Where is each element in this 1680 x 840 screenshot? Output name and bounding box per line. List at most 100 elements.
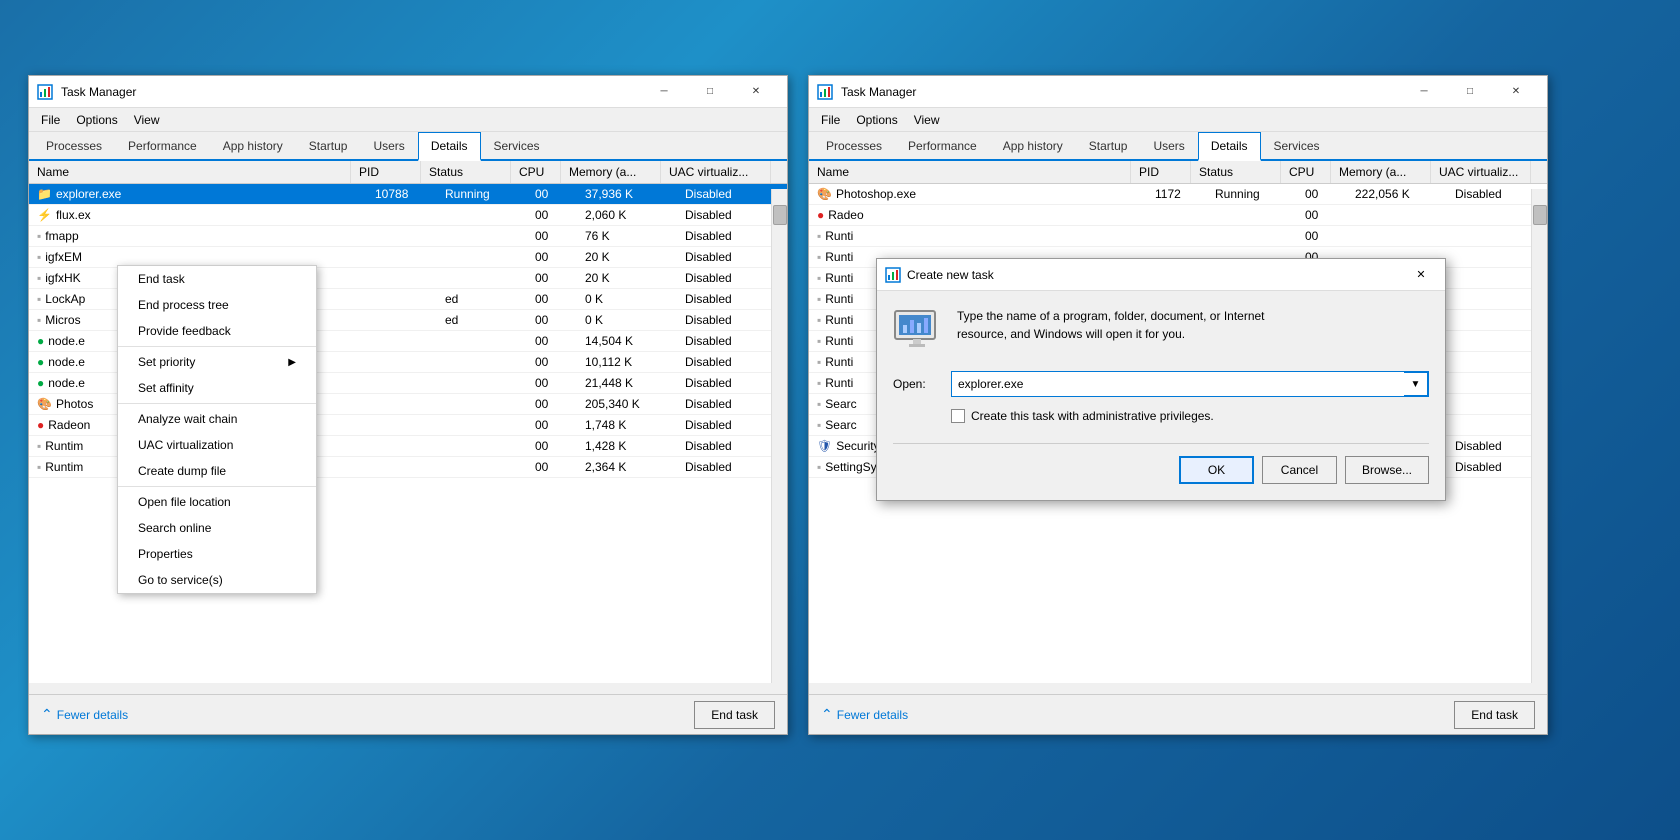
cell-pid — [367, 394, 437, 414]
tab-performance-2[interactable]: Performance — [895, 132, 990, 161]
cell-memory: 76 K — [577, 226, 677, 246]
cell-pid — [367, 247, 437, 267]
fewer-details-button-2[interactable]: ⌃ Fewer details — [821, 706, 908, 723]
context-menu-item-set-priority[interactable]: Set priority ▶ — [118, 349, 316, 375]
context-menu-item-end-process-tree[interactable]: End process tree — [118, 292, 316, 318]
table-row[interactable]: ▪fmapp 00 76 K Disabled — [29, 226, 787, 247]
col-cpu-2[interactable]: CPU — [1281, 161, 1331, 183]
cell-pid — [1147, 205, 1207, 225]
tab-users-1[interactable]: Users — [360, 132, 417, 161]
separator-2 — [118, 403, 316, 404]
fewer-details-button-1[interactable]: ⌃ Fewer details — [41, 706, 128, 723]
col-name-2[interactable]: Name — [809, 161, 1131, 183]
context-menu-item-search-online[interactable]: Search online — [118, 515, 316, 541]
tab-apphistory-1[interactable]: App history — [210, 132, 296, 161]
col-uac-1[interactable]: UAC virtualiz... — [661, 161, 771, 183]
scrollbar-thumb-2[interactable] — [1533, 205, 1547, 225]
scrollbar-thumb-1[interactable] — [773, 205, 787, 225]
scrollbar-1[interactable] — [771, 189, 787, 683]
taskmanager-icon-1 — [37, 84, 53, 100]
cell-memory: 20 K — [577, 247, 677, 267]
minimize-button-2[interactable]: ─ — [1401, 76, 1447, 108]
col-uac-2[interactable]: UAC virtualiz... — [1431, 161, 1531, 183]
cell-cpu: 00 — [1297, 184, 1347, 204]
tab-users-2[interactable]: Users — [1140, 132, 1197, 161]
context-menu-item-create-dump-file[interactable]: Create dump file — [118, 458, 316, 484]
tab-processes-1[interactable]: Processes — [33, 132, 115, 161]
tab-apphistory-2[interactable]: App history — [990, 132, 1076, 161]
cell-cpu: 00 — [527, 289, 577, 309]
tab-services-2[interactable]: Services — [1261, 132, 1333, 161]
context-menu-item-open-file-location[interactable]: Open file location — [118, 489, 316, 515]
dialog-checkbox-row: Create this task with administrative pri… — [951, 409, 1429, 423]
cell-name: 📁explorer.exe — [29, 184, 367, 204]
close-button-1[interactable]: ✕ — [733, 76, 779, 108]
cell-pid — [367, 289, 437, 309]
browse-button[interactable]: Browse... — [1345, 456, 1429, 484]
tab-startup-2[interactable]: Startup — [1076, 132, 1141, 161]
tab-details-2[interactable]: Details — [1198, 132, 1261, 161]
menu-file-1[interactable]: File — [33, 111, 68, 129]
minimize-button-1[interactable]: ─ — [641, 76, 687, 108]
col-name-1[interactable]: Name — [29, 161, 351, 183]
dialog-close-button[interactable]: ✕ — [1405, 263, 1437, 287]
cell-status: ed — [437, 289, 527, 309]
maximize-button-2[interactable]: □ — [1447, 76, 1493, 108]
table-row[interactable]: 📁explorer.exe 10788 Running 00 37,936 K … — [29, 184, 787, 205]
cell-pid — [367, 352, 437, 372]
col-memory-1[interactable]: Memory (a... — [561, 161, 661, 183]
menu-file-2[interactable]: File — [813, 111, 848, 129]
cell-name: ⚡flux.ex — [29, 205, 367, 225]
cell-name: ▪fmapp — [29, 226, 367, 246]
table-row[interactable]: 🎨Photoshop.exe 1172 Running 00 222,056 K… — [809, 184, 1547, 205]
tab-performance-1[interactable]: Performance — [115, 132, 210, 161]
context-menu-item-analyze-wait-chain[interactable]: Analyze wait chain — [118, 406, 316, 432]
cell-status — [437, 331, 527, 351]
context-menu-item-end-task[interactable]: End task — [118, 266, 316, 292]
col-cpu-1[interactable]: CPU — [511, 161, 561, 183]
cell-cpu: 00 — [527, 184, 577, 204]
desktop: Task Manager ─ □ ✕ File Options View Pro… — [0, 0, 1680, 840]
context-menu-item-go-to-service[interactable]: Go to service(s) — [118, 567, 316, 593]
separator-1 — [118, 346, 316, 347]
separator-3 — [118, 486, 316, 487]
dialog-dropdown-button[interactable]: ▼ — [1404, 372, 1428, 396]
scrollbar-2[interactable] — [1531, 189, 1547, 683]
end-task-button-1[interactable]: End task — [694, 701, 775, 729]
ok-button[interactable]: OK — [1179, 456, 1254, 484]
tab-startup-1[interactable]: Startup — [296, 132, 361, 161]
cell-memory: 2,060 K — [577, 205, 677, 225]
col-pid-2[interactable]: PID — [1131, 161, 1191, 183]
col-status-2[interactable]: Status — [1191, 161, 1281, 183]
menu-view-2[interactable]: View — [906, 111, 948, 129]
tab-services-1[interactable]: Services — [481, 132, 553, 161]
end-task-button-2[interactable]: End task — [1454, 701, 1535, 729]
dialog-open-input[interactable] — [952, 372, 1404, 396]
cancel-button[interactable]: Cancel — [1262, 456, 1337, 484]
col-memory-2[interactable]: Memory (a... — [1331, 161, 1431, 183]
dialog-footer: OK Cancel Browse... — [893, 443, 1429, 484]
cell-memory: 0 K — [577, 310, 677, 330]
menu-view-1[interactable]: View — [126, 111, 168, 129]
table-row[interactable]: ⚡flux.ex 00 2,060 K Disabled — [29, 205, 787, 226]
close-button-2[interactable]: ✕ — [1493, 76, 1539, 108]
context-menu-item-set-affinity[interactable]: Set affinity — [118, 375, 316, 401]
cell-cpu: 00 — [527, 268, 577, 288]
menu-options-1[interactable]: Options — [68, 111, 125, 129]
col-pid-1[interactable]: PID — [351, 161, 421, 183]
tab-details-1[interactable]: Details — [418, 132, 481, 161]
table-row[interactable]: ▪Runti 00 — [809, 226, 1547, 247]
cell-memory: 37,936 K — [577, 184, 677, 204]
tab-processes-2[interactable]: Processes — [813, 132, 895, 161]
cell-memory: 21,448 K — [577, 373, 677, 393]
cell-status — [437, 247, 527, 267]
context-menu-item-provide-feedback[interactable]: Provide feedback — [118, 318, 316, 344]
table-row[interactable]: ●Radeo 00 — [809, 205, 1547, 226]
cell-status — [1207, 226, 1297, 246]
menu-options-2[interactable]: Options — [848, 111, 905, 129]
maximize-button-1[interactable]: □ — [687, 76, 733, 108]
context-menu-item-properties[interactable]: Properties — [118, 541, 316, 567]
admin-privileges-checkbox[interactable] — [951, 409, 965, 423]
col-status-1[interactable]: Status — [421, 161, 511, 183]
context-menu-item-uac-virtualization[interactable]: UAC virtualization — [118, 432, 316, 458]
